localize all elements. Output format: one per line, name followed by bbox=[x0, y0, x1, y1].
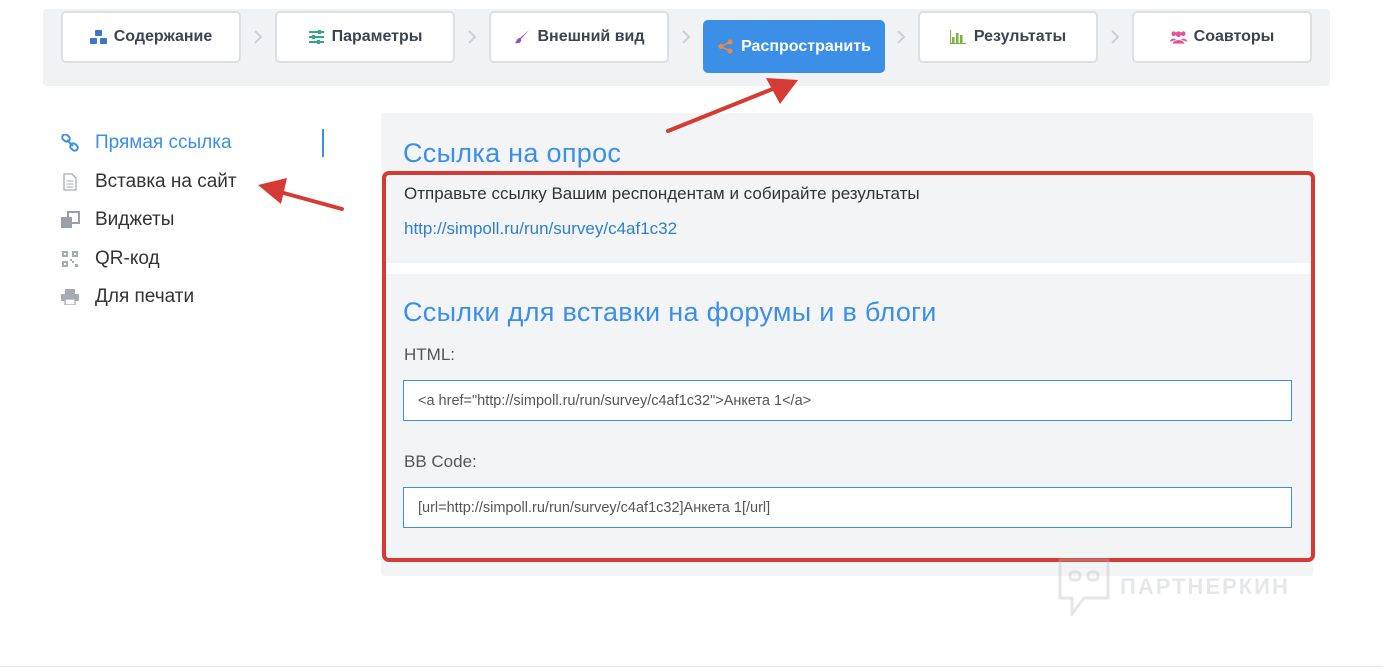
section-divider bbox=[381, 263, 1313, 274]
sidebar-active-indicator bbox=[322, 129, 324, 157]
step-label: Результаты bbox=[973, 28, 1067, 45]
watermark-text: ПАРТНЕРКИН bbox=[1120, 574, 1290, 599]
sliders-icon bbox=[308, 29, 325, 46]
sidebar-item-print[interactable]: Для печати bbox=[60, 278, 330, 317]
sidebar-item-qr[interactable]: QR-код bbox=[60, 240, 330, 279]
step-appearance-button[interactable]: Внешний вид bbox=[489, 11, 669, 63]
bbcode-label: BB Code: bbox=[404, 452, 477, 471]
sidebar-item-embed[interactable]: Вставка на сайт bbox=[60, 163, 330, 202]
html-label: HTML: bbox=[404, 345, 455, 364]
step-coauthors-button[interactable]: Соавторы bbox=[1132, 11, 1312, 63]
step-label: Параметры bbox=[331, 28, 423, 45]
bbcode-field[interactable]: [url=http://simpoll.ru/run/survey/c4af1c… bbox=[403, 487, 1292, 528]
sidebar-item-label: Виджеты bbox=[95, 209, 175, 231]
sidebar-item-direct-link[interactable]: Прямая ссылка bbox=[60, 124, 330, 163]
sidebar-item-label: Вставка на сайт bbox=[95, 170, 237, 192]
survey-link-description: Отправьте ссылку Вашим респондентам и со… bbox=[404, 184, 920, 203]
sidebar-item-label: Для печати bbox=[95, 286, 195, 308]
chevron-right-icon bbox=[251, 29, 265, 45]
step-label: Внешний вид bbox=[537, 28, 645, 45]
step-params-button[interactable]: Параметры bbox=[275, 11, 455, 63]
chevron-right-icon bbox=[465, 29, 479, 45]
share-icon bbox=[717, 38, 734, 55]
sidebar-item-widgets[interactable]: Виджеты bbox=[60, 201, 330, 240]
watermark-logo-icon bbox=[1058, 558, 1110, 616]
step-label: Соавторы bbox=[1193, 28, 1275, 45]
printer-icon bbox=[60, 287, 80, 307]
html-code-field[interactable]: <a href="http://simpoll.ru/run/survey/c4… bbox=[403, 380, 1292, 421]
step-results-button[interactable]: Результаты bbox=[918, 11, 1098, 63]
chevron-right-icon bbox=[894, 29, 908, 45]
chevron-right-icon bbox=[1108, 29, 1122, 45]
survey-url-link[interactable]: http://simpoll.ru/run/survey/c4af1c32 bbox=[404, 219, 677, 239]
chevron-right-icon bbox=[679, 29, 693, 45]
widgets-icon bbox=[60, 210, 80, 230]
document-icon bbox=[60, 172, 80, 192]
brush-icon bbox=[513, 29, 530, 46]
bar-chart-icon bbox=[950, 29, 967, 46]
sidebar-item-label: QR-код bbox=[95, 247, 160, 269]
sidebar: Прямая ссылка Вставка на сайт Виджеты QR… bbox=[60, 124, 330, 317]
link-icon bbox=[60, 133, 80, 153]
step-label: Содержание bbox=[113, 28, 213, 45]
embed-links-heading: Ссылки для вставки на форумы и в блоги bbox=[403, 297, 937, 327]
survey-link-heading: Ссылка на опрос bbox=[403, 138, 622, 168]
watermark: ПАРТНЕРКИН bbox=[1058, 558, 1290, 616]
page-bottom-border bbox=[0, 666, 1383, 667]
step-label: Распространить bbox=[741, 37, 871, 55]
cubes-icon bbox=[89, 29, 107, 46]
users-icon bbox=[1169, 29, 1187, 46]
qr-code-icon bbox=[60, 249, 80, 269]
sidebar-item-label: Прямая ссылка bbox=[95, 132, 232, 154]
step-content-button[interactable]: Содержание bbox=[61, 11, 241, 63]
step-distribute-button[interactable]: Распространить bbox=[703, 20, 885, 73]
